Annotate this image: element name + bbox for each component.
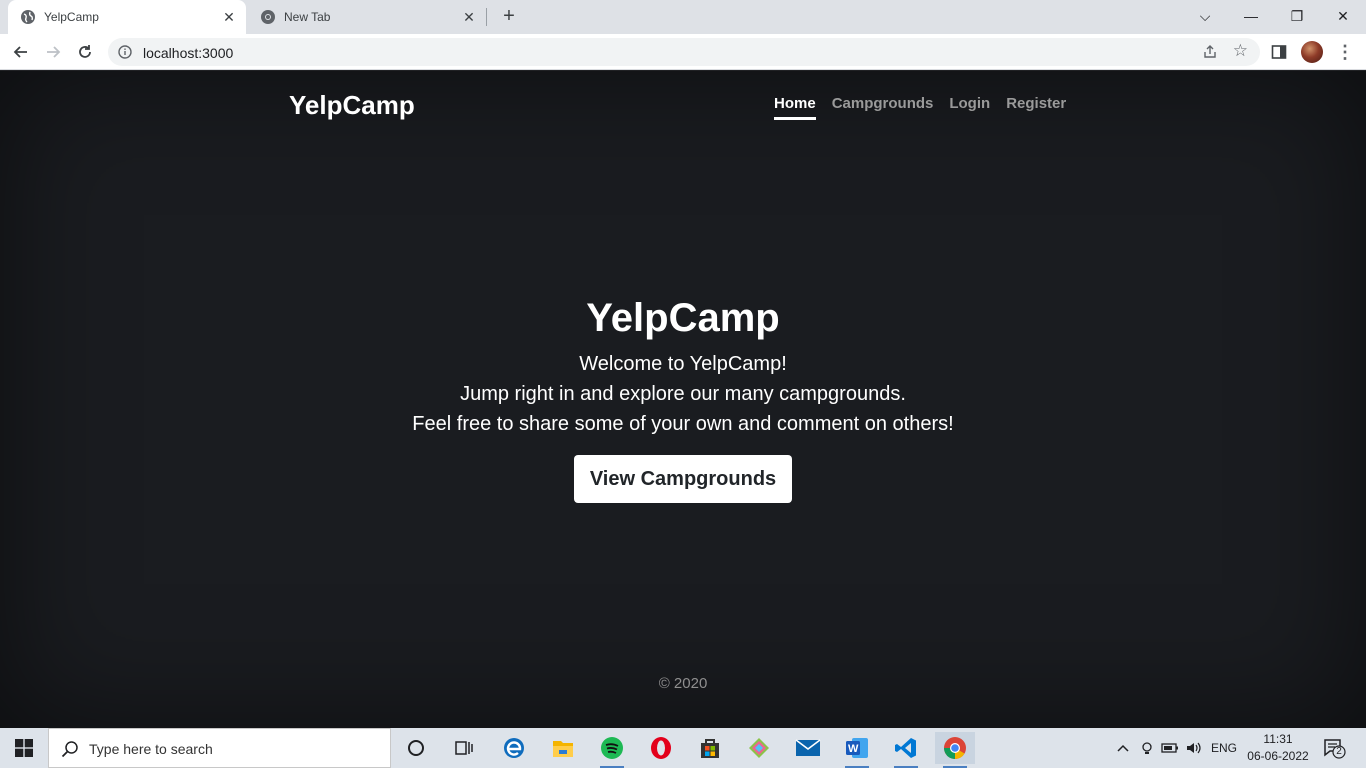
more-menu-icon[interactable]: ⋮ xyxy=(1336,40,1354,64)
notification-center-icon[interactable]: 2 xyxy=(1322,736,1346,760)
minimize-icon[interactable]: — xyxy=(1238,4,1264,28)
opera-icon[interactable] xyxy=(641,732,681,764)
search-placeholder: Type here to search xyxy=(89,741,213,757)
language-indicator[interactable]: ENG xyxy=(1208,728,1240,768)
side-panel-icon[interactable] xyxy=(1271,44,1287,60)
hero-title: YelpCamp xyxy=(586,296,780,340)
restore-icon[interactable]: ❐ xyxy=(1284,4,1310,28)
tab-separator xyxy=(486,8,487,26)
task-view-icon[interactable] xyxy=(444,732,484,764)
vscode-icon[interactable] xyxy=(886,732,926,768)
windows-taskbar: Type here to search W ENG 11:31 06-06-20… xyxy=(0,728,1366,768)
url-text: localhost:3000 xyxy=(143,45,234,61)
volume-icon[interactable] xyxy=(1184,728,1204,768)
search-icon xyxy=(61,741,78,758)
clock-date: 06-06-2022 xyxy=(1247,749,1309,763)
navbar-links: Home Campgrounds Login Register xyxy=(774,95,1066,120)
page-viewport: YelpCamp Home Campgrounds Login Register… xyxy=(0,71,1366,728)
view-campgrounds-button[interactable]: View Campgrounds xyxy=(574,455,792,503)
tab-title: YelpCamp xyxy=(44,10,99,24)
reload-icon[interactable] xyxy=(73,40,97,64)
hero-explore-text: Jump right in and explore our many campg… xyxy=(460,383,906,405)
nav-link-campgrounds[interactable]: Campgrounds xyxy=(832,95,934,120)
hero-welcome-text: Welcome to YelpCamp! xyxy=(579,353,787,375)
notification-count: 2 xyxy=(1336,746,1342,757)
share-icon[interactable] xyxy=(1202,44,1218,60)
cortana-icon[interactable] xyxy=(396,732,436,764)
nav-link-login[interactable]: Login xyxy=(949,95,990,120)
hero-share-text: Feel free to share some of your own and … xyxy=(412,413,954,435)
clock-time: 11:31 xyxy=(1263,732,1293,746)
chrome-icon[interactable] xyxy=(935,732,975,768)
battery-icon[interactable] xyxy=(1160,728,1180,768)
system-clock[interactable]: 11:31 06-06-2022 xyxy=(1244,731,1312,765)
back-arrow-icon[interactable] xyxy=(9,40,33,64)
tab-title: New Tab xyxy=(284,10,331,24)
meet-now-icon[interactable] xyxy=(1138,728,1156,768)
tab-yelpcamp[interactable]: YelpCamp ✕ xyxy=(8,0,246,34)
nav-link-register[interactable]: Register xyxy=(1006,95,1066,120)
mail-icon[interactable] xyxy=(788,732,828,764)
close-window-icon[interactable]: ✕ xyxy=(1330,4,1356,28)
browser-tab-strip: YelpCamp ✕ New Tab ✕ + ⌵ — ❐ ✕ xyxy=(0,0,1366,34)
file-explorer-icon[interactable] xyxy=(543,732,583,764)
navbar-brand[interactable]: YelpCamp xyxy=(289,90,415,121)
footer-copyright: © 2020 xyxy=(658,675,708,692)
profile-avatar[interactable] xyxy=(1301,41,1323,63)
tab-new-tab[interactable]: New Tab ✕ xyxy=(248,0,486,34)
globe-icon xyxy=(21,10,35,24)
taskbar-search-input[interactable]: Type here to search xyxy=(48,728,391,768)
close-tab-icon[interactable]: ✕ xyxy=(220,8,238,26)
forward-arrow-icon[interactable] xyxy=(41,40,65,64)
tray-overflow-chevron-icon[interactable] xyxy=(1114,728,1132,768)
sourcetree-icon[interactable] xyxy=(739,732,779,764)
windows-start-icon[interactable] xyxy=(0,728,48,768)
chrome-favicon-icon xyxy=(261,10,275,24)
bookmark-star-icon[interactable]: ☆ xyxy=(1233,42,1248,60)
browser-toolbar: localhost:3000 ☆ ⋮ xyxy=(0,34,1366,70)
svg-text:W: W xyxy=(848,743,859,755)
site-info-icon[interactable] xyxy=(118,45,132,59)
new-tab-button[interactable]: + xyxy=(498,6,520,28)
word-icon[interactable]: W xyxy=(837,732,877,768)
close-tab-icon[interactable]: ✕ xyxy=(460,8,478,26)
spotify-icon[interactable] xyxy=(592,732,632,768)
tab-search-chevron-icon[interactable]: ⌵ xyxy=(1192,4,1218,28)
store-icon[interactable] xyxy=(690,732,730,764)
edge-icon[interactable] xyxy=(494,732,534,764)
nav-link-home[interactable]: Home xyxy=(774,95,816,120)
address-bar[interactable]: localhost:3000 ☆ xyxy=(108,38,1260,66)
